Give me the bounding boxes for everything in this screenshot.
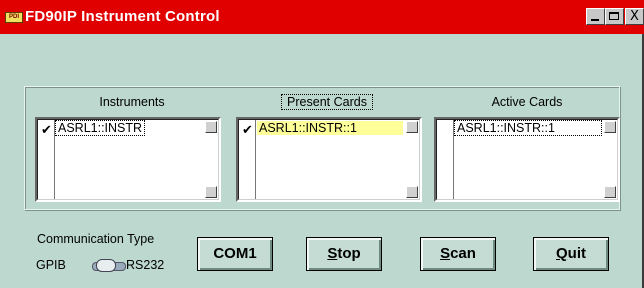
- stop-button[interactable]: Stop: [306, 237, 382, 271]
- present-cards-listbox[interactable]: ✔ ASRL1::INSTR::1: [236, 117, 422, 202]
- toggle-knob[interactable]: [96, 259, 116, 272]
- window-title: FD90IP Instrument Control: [25, 8, 220, 25]
- checkbox-column-divider: [255, 120, 256, 199]
- close-icon: X: [630, 9, 639, 24]
- instruments-list-inner: ✔ ASRL1::INSTR: [37, 119, 219, 200]
- checkbox-column-divider: [54, 120, 55, 199]
- list-item[interactable]: ASRL1::INSTR: [54, 120, 146, 136]
- scan-accelerator: S: [440, 245, 451, 262]
- scroll-up-button[interactable]: [205, 121, 217, 133]
- scroll-up-button[interactable]: [406, 121, 418, 133]
- scrollbar[interactable]: [204, 120, 218, 199]
- active-cards-label: Active Cards: [491, 95, 563, 109]
- quit-label: uit: [567, 245, 586, 262]
- minimize-button[interactable]: [586, 8, 605, 25]
- app-logo-icon: PDI: [5, 12, 23, 23]
- scroll-down-button[interactable]: [406, 186, 418, 198]
- scroll-down-button[interactable]: [604, 186, 616, 198]
- present-cards-label: Present Cards: [281, 94, 373, 110]
- scroll-up-button[interactable]: [604, 121, 616, 133]
- communication-type-label: Communication Type: [37, 232, 155, 246]
- stop-accelerator: S: [327, 245, 338, 262]
- gpib-option-label: GPIB: [36, 258, 66, 272]
- list-item[interactable]: ASRL1::INSTR::1: [454, 120, 602, 136]
- maximize-icon: [609, 12, 619, 20]
- scan-label: can: [450, 245, 476, 262]
- com1-button[interactable]: COM1: [197, 237, 273, 271]
- scroll-down-button[interactable]: [205, 186, 217, 198]
- stop-label: top: [337, 245, 361, 262]
- main-window: PDI FD90IP Instrument Control X Instrume…: [0, 0, 644, 288]
- minimize-icon: [591, 19, 599, 21]
- instruments-listbox[interactable]: ✔ ASRL1::INSTR: [35, 117, 221, 202]
- active-cards-listbox[interactable]: ASRL1::INSTR::1: [434, 117, 620, 202]
- list-item[interactable]: ASRL1::INSTR::1: [257, 121, 403, 135]
- rs232-option-label: RS232: [126, 258, 165, 272]
- scan-button[interactable]: Scan: [420, 237, 496, 271]
- instruments-label: Instruments: [99, 95, 165, 109]
- checkmark-icon[interactable]: ✔: [40, 122, 53, 137]
- checkmark-icon[interactable]: ✔: [241, 122, 254, 137]
- communication-toggle-switch[interactable]: [92, 259, 126, 272]
- active-cards-list-inner: ASRL1::INSTR::1: [436, 119, 618, 200]
- close-button[interactable]: X: [625, 8, 644, 25]
- quit-accelerator: Q: [556, 245, 568, 262]
- checkbox-column-divider: [453, 120, 454, 199]
- present-cards-list-inner: ✔ ASRL1::INSTR::1: [238, 119, 420, 200]
- title-bar[interactable]: PDI FD90IP Instrument Control X: [0, 0, 644, 34]
- quit-button[interactable]: Quit: [533, 237, 609, 271]
- scrollbar[interactable]: [405, 120, 419, 199]
- scrollbar[interactable]: [603, 120, 617, 199]
- maximize-button[interactable]: [605, 8, 624, 25]
